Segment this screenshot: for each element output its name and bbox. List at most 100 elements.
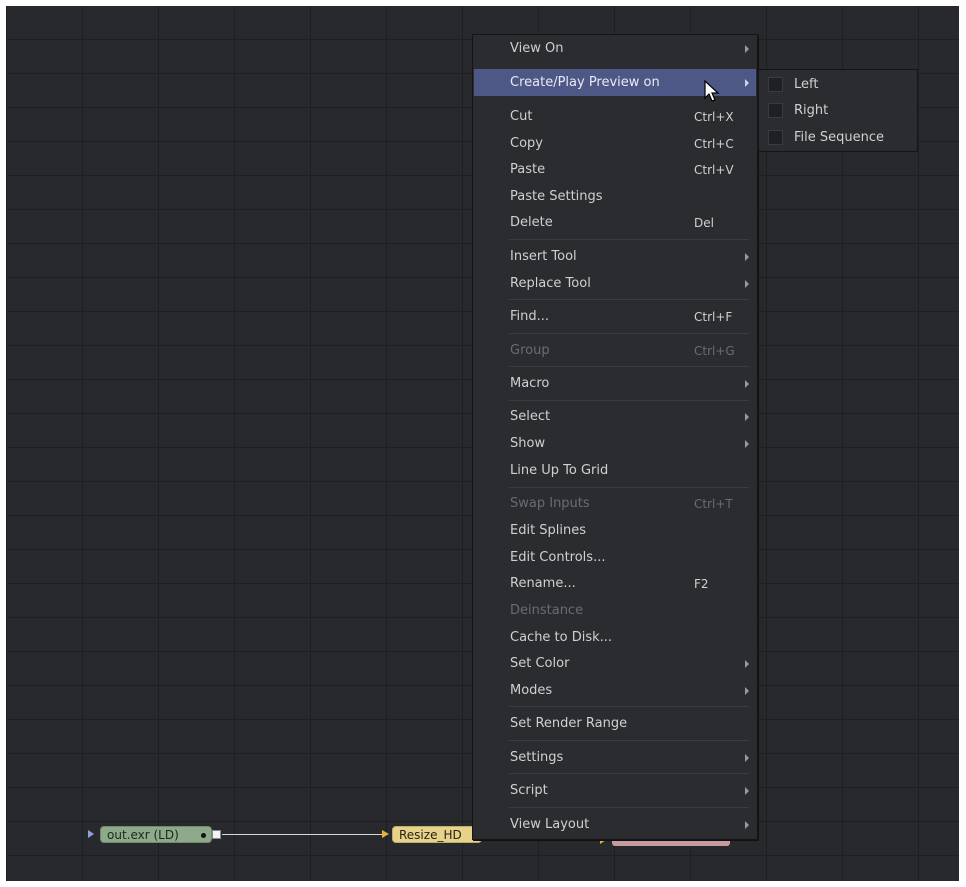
menu-item-paste-settings[interactable]: Paste Settings bbox=[474, 183, 756, 210]
menu-separator bbox=[509, 740, 749, 741]
submenu-item-label: File Sequence bbox=[794, 129, 885, 145]
menu-item-label: Replace Tool bbox=[510, 276, 591, 291]
menu-item-label: Copy bbox=[510, 136, 543, 151]
menu-item-label: Group bbox=[510, 343, 550, 358]
menu-item-replace-tool[interactable]: Replace Tool bbox=[474, 270, 756, 297]
menu-item-swap-inputs[interactable]: Swap Inputs Ctrl+T bbox=[474, 490, 756, 517]
menu-item-shortcut: Ctrl+C bbox=[694, 136, 734, 151]
input-arrow-icon bbox=[382, 830, 389, 838]
menu-item-select[interactable]: Select bbox=[474, 403, 756, 430]
menu-item-edit-controls[interactable]: Edit Controls... bbox=[474, 544, 756, 571]
checkbox-icon bbox=[768, 129, 783, 145]
submenu-item-left[interactable]: Left bbox=[759, 71, 917, 97]
menu-item-group[interactable]: Group Ctrl+G bbox=[474, 337, 756, 364]
submenu-arrow-icon bbox=[745, 252, 749, 261]
submenu-arrow-icon bbox=[745, 786, 749, 795]
menu-item-edit-splines[interactable]: Edit Splines bbox=[474, 517, 756, 544]
context-menu: View On Create/Play Preview on Cut Ctrl+… bbox=[472, 34, 758, 840]
menu-item-script[interactable]: Script bbox=[474, 777, 756, 804]
loader-output-dot bbox=[201, 833, 206, 838]
submenu-arrow-icon bbox=[745, 78, 749, 87]
submenu-arrow-icon bbox=[745, 279, 749, 288]
menu-item-view-on[interactable]: View On bbox=[474, 35, 756, 62]
connection-line bbox=[222, 834, 382, 835]
loader-node-label: out.exr (LD) bbox=[107, 828, 179, 842]
menu-item-label: Insert Tool bbox=[510, 249, 577, 264]
menu-item-label: Select bbox=[510, 409, 551, 424]
menu-separator bbox=[509, 366, 749, 367]
menu-item-show[interactable]: Show bbox=[474, 430, 756, 457]
menu-separator bbox=[509, 773, 749, 774]
submenu-item-file-sequence[interactable]: File Sequence bbox=[759, 124, 917, 150]
submenu-arrow-icon bbox=[745, 412, 749, 421]
menu-item-label: Set Color bbox=[510, 656, 570, 671]
menu-item-label: Macro bbox=[510, 376, 550, 391]
menu-separator bbox=[509, 400, 749, 401]
menu-item-deinstance[interactable]: Deinstance bbox=[474, 597, 756, 624]
menu-item-label: Cut bbox=[510, 109, 533, 124]
menu-item-delete[interactable]: Delete Del bbox=[474, 209, 756, 236]
menu-item-view-layout[interactable]: View Layout bbox=[474, 811, 756, 838]
menu-item-paste[interactable]: Paste Ctrl+V bbox=[474, 156, 756, 183]
loader-output-port[interactable] bbox=[212, 830, 221, 839]
menu-separator bbox=[509, 807, 749, 808]
menu-separator bbox=[509, 487, 749, 488]
checkbox-icon bbox=[768, 102, 783, 118]
submenu-arrow-icon bbox=[745, 820, 749, 829]
menu-separator bbox=[509, 239, 749, 240]
menu-item-line-up-to-grid[interactable]: Line Up To Grid bbox=[474, 457, 756, 484]
preview-submenu: Left Right File Sequence bbox=[758, 69, 918, 152]
menu-item-label: Paste bbox=[510, 162, 546, 177]
mouse-cursor-icon bbox=[704, 80, 720, 102]
submenu-arrow-icon bbox=[745, 686, 749, 695]
menu-item-copy[interactable]: Copy Ctrl+C bbox=[474, 130, 756, 157]
submenu-arrow-icon bbox=[745, 753, 749, 762]
menu-item-shortcut: Del bbox=[694, 215, 714, 230]
resize-node[interactable]: Resize_HD bbox=[392, 826, 482, 843]
submenu-arrow-icon bbox=[745, 659, 749, 668]
menu-item-shortcut: Ctrl+F bbox=[694, 309, 733, 324]
menu-item-insert-tool[interactable]: Insert Tool bbox=[474, 243, 756, 270]
menu-item-shortcut: Ctrl+T bbox=[694, 496, 733, 511]
menu-item-label: Paste Settings bbox=[510, 189, 603, 204]
menu-item-label: Cache to Disk... bbox=[510, 630, 613, 645]
input-arrow-icon bbox=[88, 830, 94, 838]
menu-item-shortcut: Ctrl+X bbox=[694, 109, 734, 124]
menu-item-find[interactable]: Find... Ctrl+F bbox=[474, 303, 756, 330]
menu-item-label: Show bbox=[510, 436, 546, 451]
loader-node[interactable]: out.exr (LD) bbox=[100, 826, 212, 843]
menu-item-label: Script bbox=[510, 783, 548, 798]
menu-item-set-render-range[interactable]: Set Render Range bbox=[474, 710, 756, 737]
resize-node-label: Resize_HD bbox=[399, 828, 462, 842]
menu-item-modes[interactable]: Modes bbox=[474, 677, 756, 704]
submenu-item-right[interactable]: Right bbox=[759, 97, 917, 123]
submenu-arrow-icon bbox=[745, 379, 749, 388]
submenu-arrow-icon bbox=[745, 439, 749, 448]
menu-item-label: View Layout bbox=[510, 817, 590, 832]
submenu-item-label: Left bbox=[794, 76, 819, 92]
menu-item-cache-to-disk[interactable]: Cache to Disk... bbox=[474, 624, 756, 651]
menu-separator bbox=[509, 333, 749, 334]
menu-item-label: Find... bbox=[510, 309, 550, 324]
menu-item-label: Settings bbox=[510, 750, 564, 765]
menu-item-label: Swap Inputs bbox=[510, 496, 590, 511]
checkbox-icon bbox=[768, 76, 783, 92]
menu-item-label: Delete bbox=[510, 215, 553, 230]
menu-separator bbox=[509, 299, 749, 300]
menu-item-label: Rename... bbox=[510, 576, 576, 591]
menu-item-shortcut: F2 bbox=[694, 576, 709, 591]
menu-item-shortcut: Ctrl+V bbox=[694, 162, 734, 177]
menu-item-settings[interactable]: Settings bbox=[474, 744, 756, 771]
submenu-arrow-icon bbox=[745, 44, 749, 53]
menu-item-label: Deinstance bbox=[510, 603, 584, 618]
menu-item-cut[interactable]: Cut Ctrl+X bbox=[474, 103, 756, 130]
menu-item-label: Create/Play Preview on bbox=[510, 75, 660, 90]
menu-item-label: Line Up To Grid bbox=[510, 463, 609, 478]
menu-item-macro[interactable]: Macro bbox=[474, 370, 756, 397]
menu-item-set-color[interactable]: Set Color bbox=[474, 650, 756, 677]
menu-item-label: Edit Splines bbox=[510, 523, 587, 538]
menu-item-label: Edit Controls... bbox=[510, 550, 606, 565]
menu-item-rename[interactable]: Rename... F2 bbox=[474, 570, 756, 597]
menu-item-label: View On bbox=[510, 41, 564, 56]
submenu-item-label: Right bbox=[794, 102, 829, 118]
